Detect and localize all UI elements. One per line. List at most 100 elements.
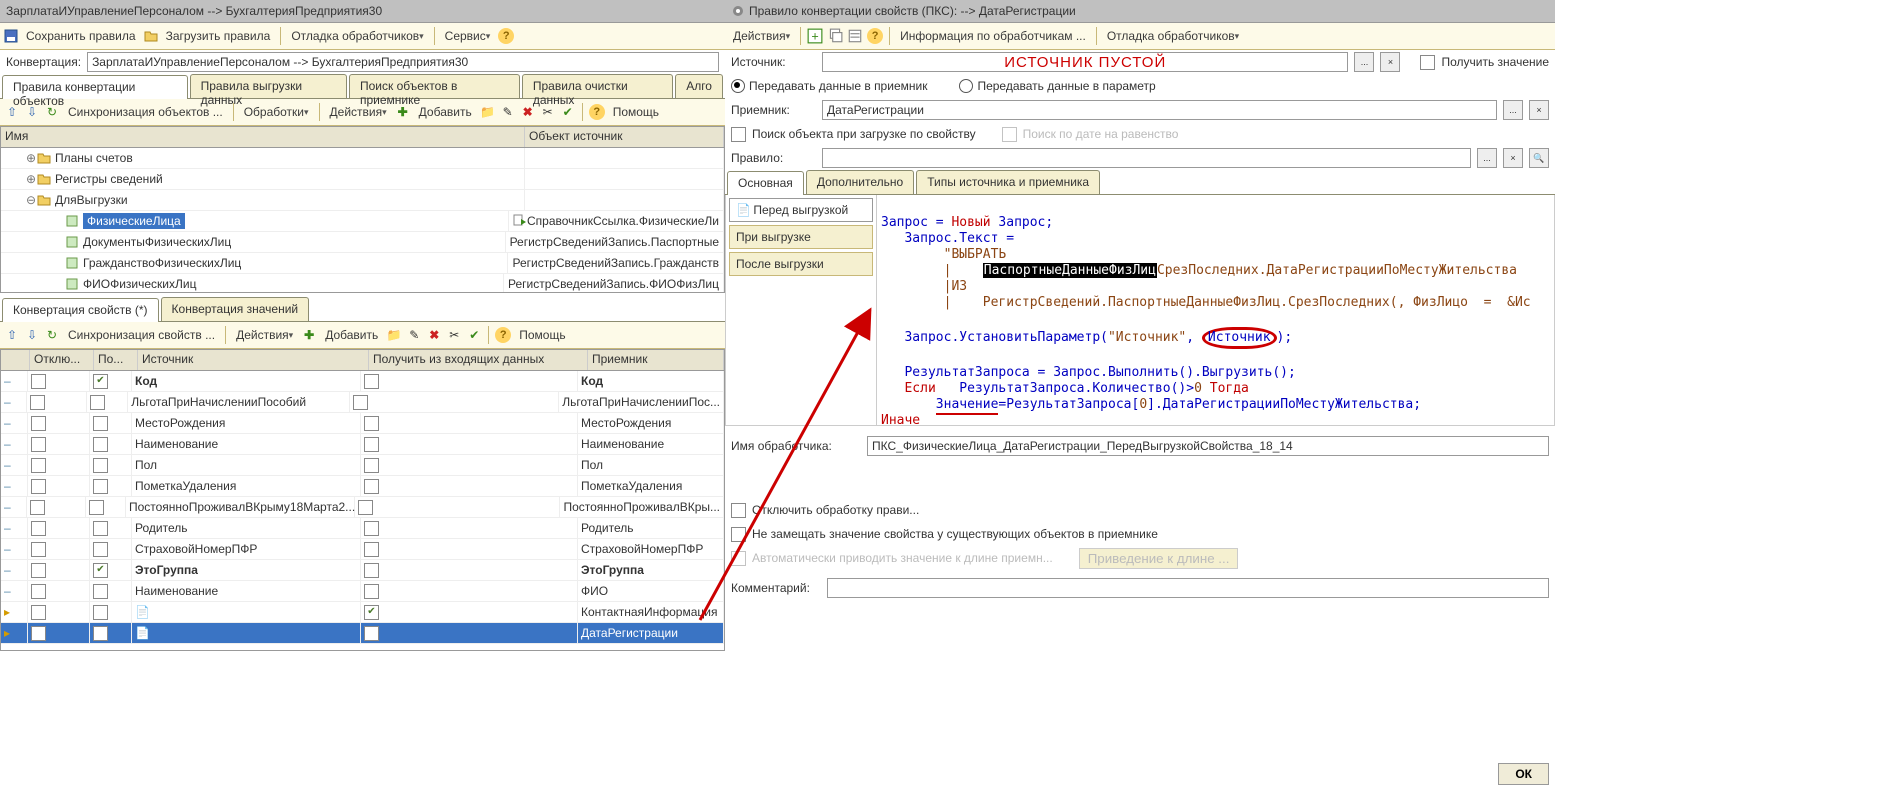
radio-to-receiver[interactable]: Передавать данные в приемник <box>731 79 927 94</box>
rule-dots-button[interactable]: ... <box>1477 148 1497 168</box>
search-checkbox[interactable] <box>93 416 108 431</box>
incoming-checkbox[interactable] <box>353 395 368 410</box>
incoming-checkbox[interactable] <box>364 521 379 536</box>
search-checkbox[interactable] <box>93 563 108 578</box>
processing-dropdown[interactable]: Обработки <box>240 102 313 122</box>
tree-node[interactable]: ⊕Планы счетов <box>1 148 724 169</box>
incoming-checkbox[interactable] <box>364 605 379 620</box>
load-rules-button[interactable]: Загрузить правила <box>162 26 275 46</box>
help-icon-right[interactable]: ? <box>867 28 883 44</box>
incoming-checkbox[interactable] <box>364 542 379 557</box>
col-source[interactable]: Источник <box>138 350 369 370</box>
col-disabled[interactable]: Отклю... <box>30 350 94 370</box>
help-icon-2[interactable]: ? <box>589 104 605 120</box>
search-checkbox[interactable] <box>93 437 108 452</box>
comment-field[interactable] <box>827 578 1549 598</box>
handler-info-button[interactable]: Информация по обработчикам ... <box>896 26 1090 46</box>
tab-additional[interactable]: Дополнительно <box>806 170 914 194</box>
clear-destination-button[interactable]: × <box>1529 100 1549 120</box>
clear-source-button[interactable]: × <box>1380 52 1400 72</box>
disabled-checkbox[interactable] <box>31 521 46 536</box>
collapse-icon[interactable]: ⊖ <box>25 193 37 207</box>
property-row[interactable]: –ЛьготаПриНачисленииПособийЛьготаПриНачи… <box>1 392 724 413</box>
destination-field[interactable]: ДатаРегистрации <box>822 100 1497 120</box>
search-checkbox[interactable] <box>93 458 108 473</box>
up-arrow-icon[interactable]: ⇧ <box>4 327 20 343</box>
expand-icon[interactable]: ⊕ <box>25 151 37 165</box>
rules-tree-grid[interactable]: Имя Объект источник ⊕Планы счетов ⊕Регис… <box>0 126 725 293</box>
sync-objects-button[interactable]: Синхронизация объектов ... <box>64 102 227 122</box>
rule-clear-button[interactable]: × <box>1503 148 1523 168</box>
copy-icon[interactable] <box>827 28 843 44</box>
property-row[interactable]: –МестоРожденияМестоРождения <box>1 413 724 434</box>
property-row[interactable]: ▸📄ДатаРегистрации <box>1 623 724 644</box>
folder-add-icon[interactable]: 📁 <box>386 327 402 343</box>
rule-search-button[interactable]: 🔍 <box>1529 148 1549 168</box>
save-rules-button[interactable]: Сохранить правила <box>22 26 140 46</box>
col-destination[interactable]: Приемник <box>588 350 724 370</box>
disabled-checkbox[interactable] <box>31 584 46 599</box>
search-by-property-checkbox[interactable] <box>731 127 746 142</box>
incoming-checkbox[interactable] <box>364 374 379 389</box>
search-checkbox[interactable] <box>93 374 108 389</box>
search-checkbox[interactable] <box>93 479 108 494</box>
tab-search-objects[interactable]: Поиск объектов в приемнике <box>349 74 520 98</box>
select-destination-button[interactable]: ... <box>1503 100 1523 120</box>
search-checkbox[interactable] <box>93 605 108 620</box>
cut-icon[interactable]: ✂ <box>446 327 462 343</box>
search-checkbox[interactable] <box>89 500 104 515</box>
disabled-checkbox[interactable] <box>31 437 46 452</box>
radio-to-parameter[interactable]: Передавать данные в параметр <box>959 79 1155 94</box>
tree-node[interactable]: ⊕Регистры сведений <box>1 169 724 190</box>
disabled-checkbox[interactable] <box>31 605 46 620</box>
incoming-checkbox[interactable] <box>364 416 379 431</box>
edit-icon[interactable]: ✎ <box>406 327 422 343</box>
debug-handlers-dropdown[interactable]: Отладка обработчиков <box>287 26 427 46</box>
property-row[interactable]: –ПостоянноПроживалВКрыму18Марта2...Посто… <box>1 497 724 518</box>
disabled-checkbox[interactable] <box>31 626 46 641</box>
incoming-checkbox[interactable] <box>364 479 379 494</box>
folder-add-icon[interactable]: 📁 <box>480 104 496 120</box>
help-icon[interactable]: ? <box>498 28 514 44</box>
col-incoming[interactable]: Получить из входящих данных <box>369 350 588 370</box>
delete-icon[interactable]: ✖ <box>426 327 442 343</box>
add-button-2[interactable]: Добавить <box>321 325 382 345</box>
add-icon[interactable]: ✚ <box>395 104 411 120</box>
col-name[interactable]: Имя <box>1 127 525 147</box>
add-icon[interactable]: ✚ <box>301 327 317 343</box>
expand-icon[interactable]: ⊕ <box>25 172 37 186</box>
properties-grid[interactable]: Отклю... По... Источник Получить из вход… <box>0 349 725 651</box>
property-row[interactable]: –ПолПол <box>1 455 724 476</box>
actions-dropdown-right[interactable]: Действия <box>729 26 794 46</box>
disabled-checkbox[interactable] <box>31 458 46 473</box>
tab-value-conversion[interactable]: Конвертация значений <box>161 297 310 321</box>
sync-icon[interactable]: ↻ <box>44 327 60 343</box>
incoming-checkbox[interactable] <box>364 563 379 578</box>
property-row[interactable]: –НаименованиеФИО <box>1 581 724 602</box>
tree-leaf[interactable]: ГражданствоФизическихЛицРегистрСведенийЗ… <box>1 253 724 274</box>
tree-leaf[interactable]: ДокументыФизическихЛицРегистрСведенийЗап… <box>1 232 724 253</box>
debug-handlers-right[interactable]: Отладка обработчиков <box>1103 26 1243 46</box>
tree-leaf[interactable]: ФизическиеЛицаСправочникСсылка.Физически… <box>1 211 724 232</box>
search-checkbox[interactable] <box>90 395 105 410</box>
add-button[interactable]: Добавить <box>415 102 476 122</box>
tab-types[interactable]: Типы источника и приемника <box>916 170 1100 194</box>
actions-dropdown-2[interactable]: Действия <box>232 325 297 345</box>
help-button[interactable]: Помощь <box>609 102 663 122</box>
list-icon[interactable] <box>847 28 863 44</box>
tab-object-conversion-rules[interactable]: Правила конвертации объектов <box>2 75 188 99</box>
get-value-checkbox[interactable] <box>1420 55 1435 70</box>
disabled-checkbox[interactable] <box>30 500 45 515</box>
incoming-checkbox[interactable] <box>364 458 379 473</box>
source-field[interactable]: ИСТОЧНИК ПУСТОЙ <box>822 52 1348 72</box>
tab-algo[interactable]: Алго <box>675 74 723 98</box>
disabled-checkbox[interactable] <box>31 563 46 578</box>
disabled-checkbox[interactable] <box>31 479 46 494</box>
search-checkbox[interactable] <box>93 542 108 557</box>
tab-main[interactable]: Основная <box>727 171 804 195</box>
search-checkbox[interactable] <box>93 521 108 536</box>
tab-property-conversion[interactable]: Конвертация свойств (*) <box>2 298 159 322</box>
col-search[interactable]: По... <box>94 350 138 370</box>
sync-properties-button[interactable]: Синхронизация свойств ... <box>64 325 219 345</box>
disabled-checkbox[interactable] <box>31 416 46 431</box>
